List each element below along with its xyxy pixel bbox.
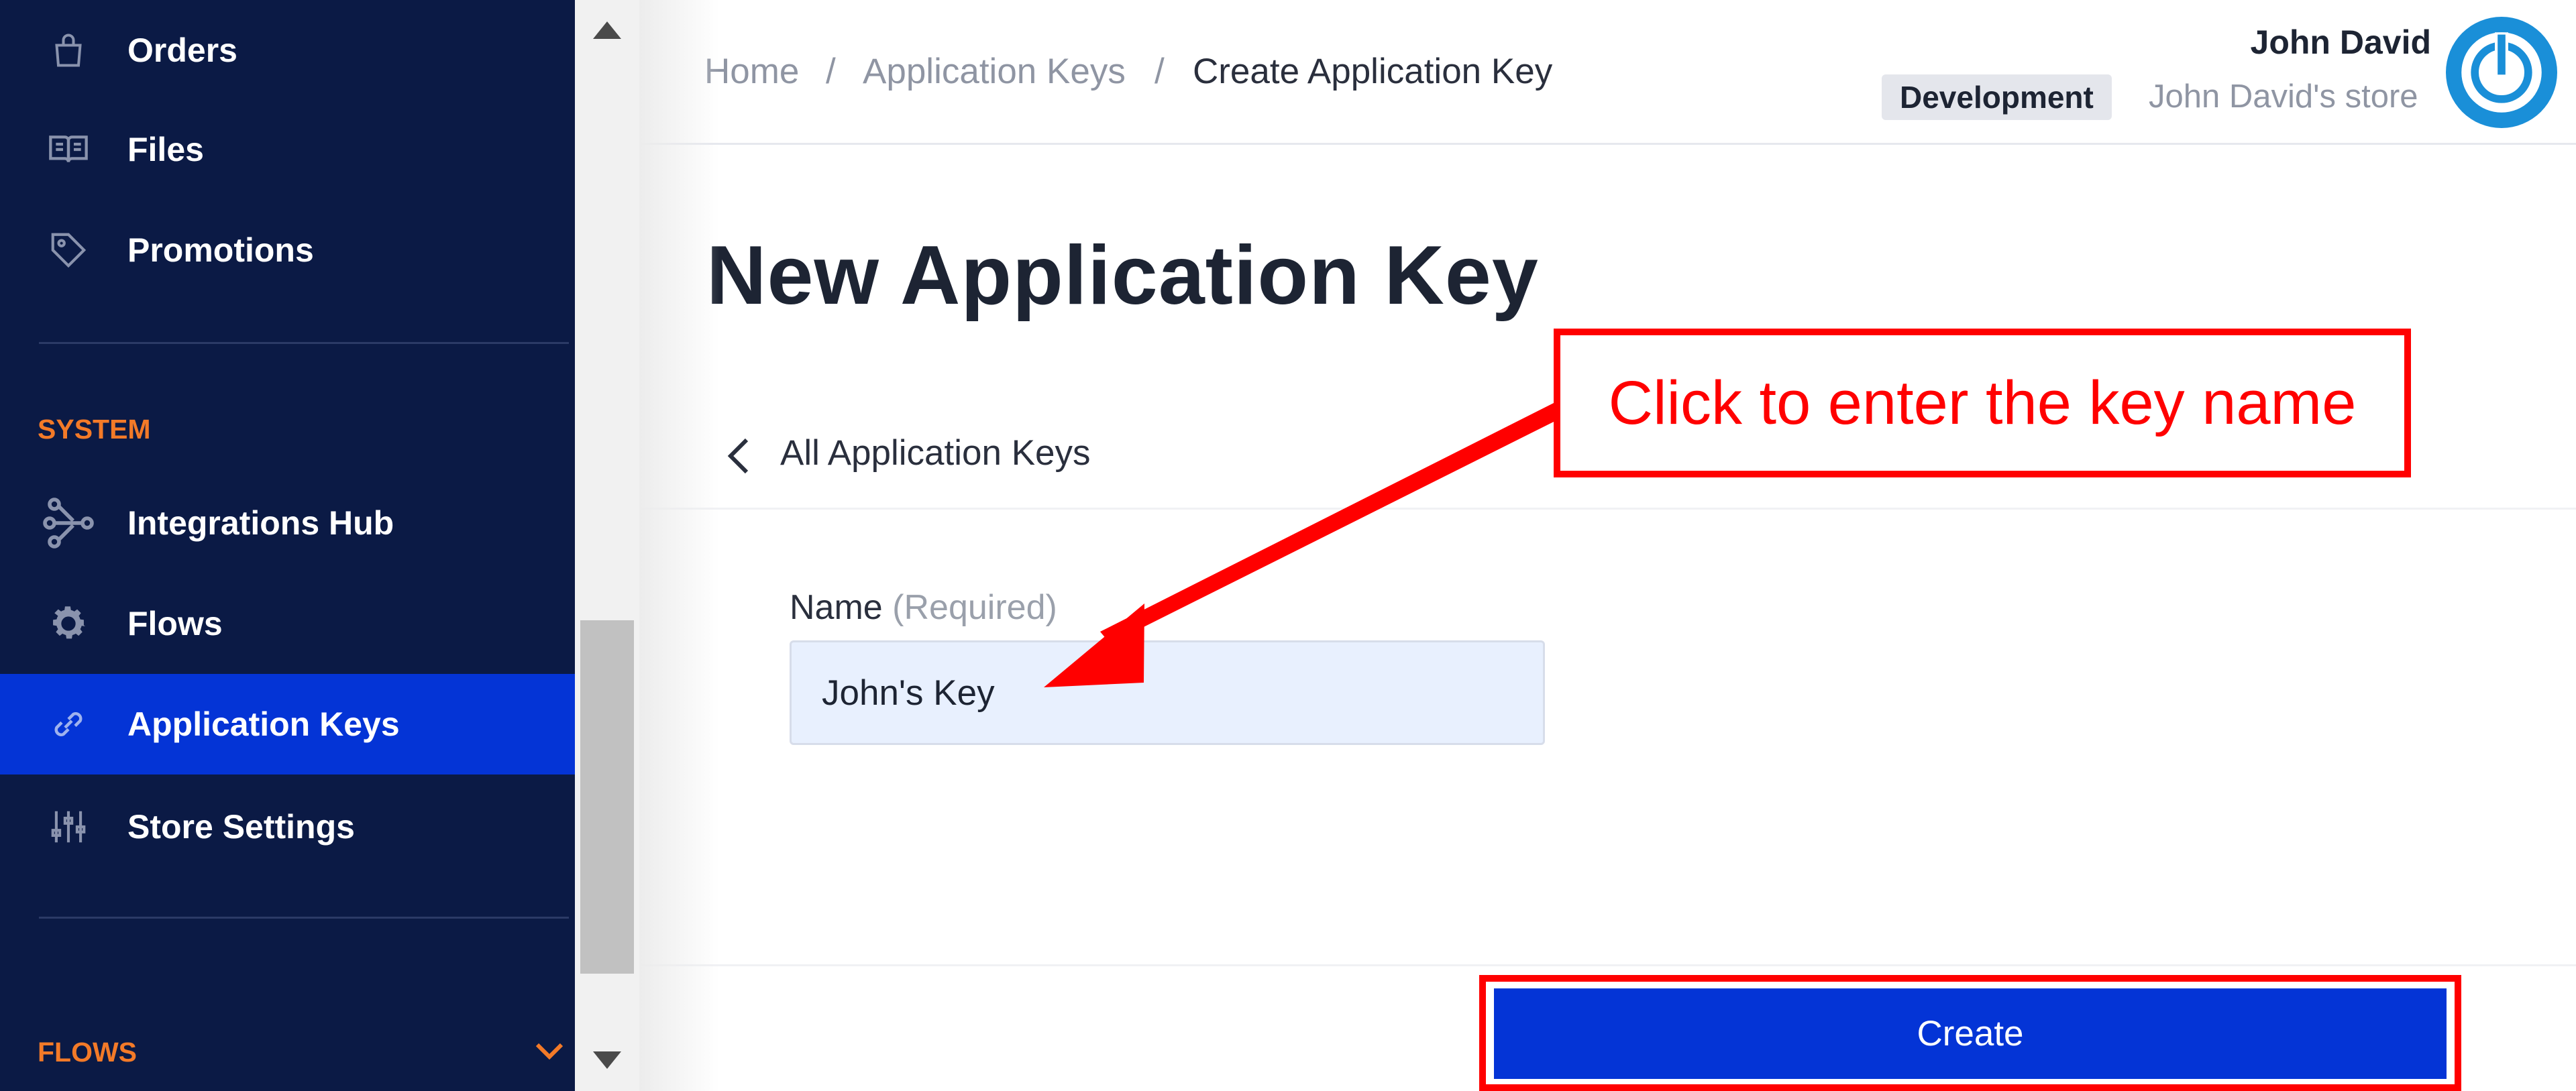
sidebar-item-label: Application Keys [127,705,400,743]
name-label-text: Name [790,588,883,627]
gear-icon [36,591,101,656]
sidebar-item-application-keys[interactable]: Application Keys [0,674,575,774]
key-link-icon [36,692,101,756]
annotation-callout-text: Click to enter the key name [1608,368,2357,437]
sidebar-item-flows[interactable]: Flows [0,573,575,674]
sidebar-item-promotions[interactable]: Promotions [0,200,575,300]
back-to-application-keys-link[interactable]: All Application Keys [720,429,1122,483]
scroll-up-arrow-icon[interactable] [593,21,621,39]
sidebar-item-label: Orders [127,32,237,69]
sidebar-item-label: Store Settings [127,808,355,846]
environment-badge: Development [1882,74,2112,120]
breadcrumb-separator: / [1155,52,1165,91]
key-name-input[interactable] [790,640,1545,745]
section-label-flows: FLOWS [38,1037,138,1068]
breadcrumb-application-keys[interactable]: Application Keys [863,51,1126,92]
scrollbar-thumb[interactable] [580,620,634,974]
power-icon [2449,19,2555,125]
section-divider [639,508,2576,510]
store-name: John David's store [2149,78,2418,115]
avatar[interactable] [2446,17,2557,128]
breadcrumb-current: Create Application Key [1193,52,1553,91]
create-button[interactable]: Create [1494,988,2447,1079]
sidebar-divider [39,342,569,344]
hub-icon [36,491,101,555]
back-link-label: All Application Keys [780,433,1091,473]
footer-divider [639,964,2576,966]
main-content: Home / Application Keys / Create Applica… [639,0,2576,1091]
sidebar-item-files[interactable]: Files [0,99,575,200]
top-bar: Home / Application Keys / Create Applica… [639,0,2576,145]
sidebar-item-integrations-hub[interactable]: Integrations Hub [0,473,575,573]
shopping-bag-icon [36,18,101,82]
sidebar-item-store-settings[interactable]: Store Settings [0,777,575,877]
breadcrumb-home[interactable]: Home [704,51,799,92]
breadcrumb-separator: / [826,52,836,91]
sidebar-item-label: Integrations Hub [127,504,394,542]
sidebar: Orders Files Promotions SYSTEM Integrati… [0,0,575,1091]
page-title: New Application Key [706,229,1539,322]
user-name: John David [2250,23,2431,61]
sidebar-scrollbar[interactable] [575,0,639,1091]
required-hint: (Required) [892,588,1057,627]
section-label-system: SYSTEM [38,414,151,445]
sidebar-item-orders[interactable]: Orders [0,0,575,101]
name-field-label: Name (Required) [790,587,1057,628]
sidebar-item-label: Flows [127,605,223,642]
chevron-down-icon[interactable] [533,1038,566,1068]
tag-icon [36,218,101,282]
sidebar-divider [39,917,569,919]
scroll-down-arrow-icon[interactable] [593,1051,621,1069]
book-icon [36,117,101,182]
sidebar-shadow [639,0,720,1091]
sidebar-item-label: Files [127,131,204,168]
sidebar-item-label: Promotions [127,231,314,269]
chevron-left-icon [720,429,760,483]
sliders-icon [36,795,101,859]
annotation-callout: Click to enter the key name [1554,329,2411,477]
